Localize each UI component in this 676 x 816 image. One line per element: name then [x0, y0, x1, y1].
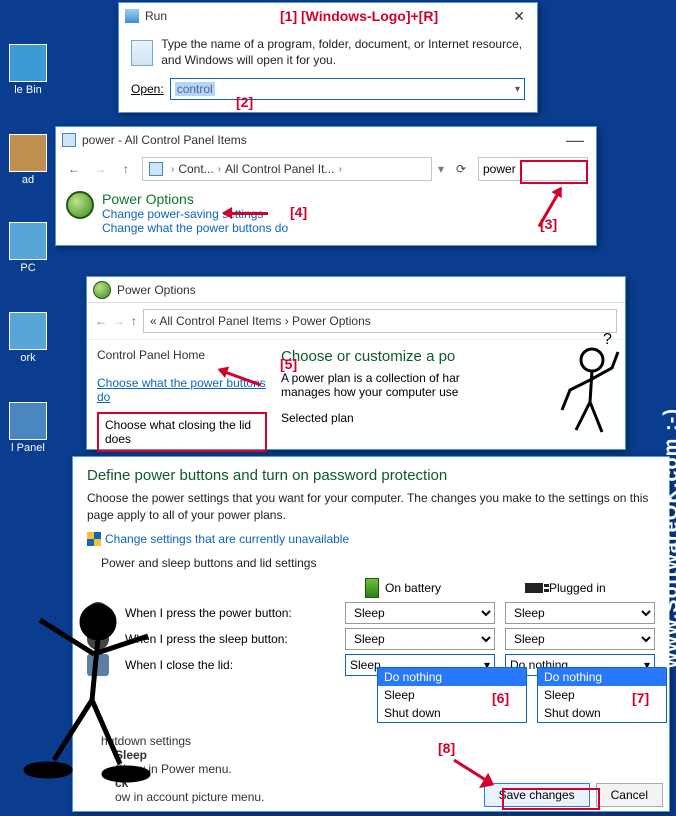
result-power-options[interactable]: Power Options — [102, 191, 288, 207]
annotation-3: [3] — [540, 216, 557, 232]
arrow-8 — [452, 756, 492, 796]
run-title: Run — [145, 9, 167, 23]
annotation-7: [7] — [632, 690, 649, 706]
stick-figure-dancing-icon — [0, 580, 160, 803]
cp-titlebar: power - All Control Panel Items — — [56, 127, 596, 153]
annotation-4: [4] — [290, 204, 307, 220]
system-settings-window: Define power buttons and turn on passwor… — [72, 456, 670, 812]
close-icon[interactable]: ✕ — [507, 8, 531, 25]
nav-back-icon[interactable]: ← — [95, 314, 107, 328]
svg-text:?: ? — [603, 331, 612, 348]
col-battery-header: On battery — [345, 578, 495, 598]
sys-desc: Choose the power settings that you want … — [87, 490, 655, 524]
desktop-icon-label: ad — [4, 174, 52, 186]
option-do-nothing[interactable]: Do nothing — [378, 668, 526, 686]
power-options-icon — [93, 281, 111, 299]
option-shutdown[interactable]: Shut down — [538, 704, 666, 722]
shutdown-section-label: hutdown settings — [101, 734, 655, 748]
battery-icon — [365, 578, 379, 598]
annotation-2: [2] — [236, 94, 253, 110]
run-open-label: Open: — [131, 82, 164, 96]
arrow-4 — [224, 212, 268, 215]
bin-icon — [9, 44, 47, 82]
cpanel-icon — [9, 402, 47, 440]
po-titlebar: Power Options — [87, 277, 625, 303]
user-icon — [9, 134, 47, 172]
nav-fwd-icon[interactable]: → — [113, 314, 125, 328]
link-close-lid-label: Choose what closing the lid does — [105, 418, 251, 446]
result-change-buttons[interactable]: Change what the power buttons do — [102, 221, 288, 235]
cancel-button[interactable]: Cancel — [596, 783, 663, 807]
search-value: power — [483, 162, 516, 176]
cp-home-link[interactable]: Control Panel Home — [97, 348, 267, 362]
desktop-icon-label: l Panel — [4, 442, 52, 454]
option-shutdown[interactable]: Shut down — [378, 704, 526, 722]
option-do-nothing[interactable]: Do nothing — [538, 668, 666, 686]
power-plugged-select[interactable]: Sleep — [505, 602, 655, 624]
minimize-icon[interactable]: — — [560, 130, 590, 151]
desktop-icon-label: PC — [4, 262, 52, 274]
link-power-buttons[interactable]: Choose what the power buttons do — [97, 376, 266, 404]
power-options-icon — [66, 191, 94, 219]
annotation-1: [1] [Windows-Logo]+[R] — [280, 8, 438, 24]
network-icon — [9, 312, 47, 350]
desktop-icon-label: le Bin — [4, 84, 52, 96]
addr-seg: Cont... — [178, 162, 213, 176]
change-settings-label: Change settings that are currently unava… — [105, 532, 349, 546]
desktop-icon-network[interactable]: ork — [4, 312, 52, 364]
po-title: Power Options — [117, 283, 196, 297]
refresh-icon[interactable]: ⟳ — [450, 162, 472, 176]
stick-figure-thinking-icon: ? — [540, 330, 630, 443]
sys-heading: Define power buttons and turn on passwor… — [87, 467, 655, 484]
sleep-battery-select[interactable]: Sleep — [345, 628, 495, 650]
run-hint: Type the name of a program, folder, docu… — [161, 37, 525, 68]
desktop-icon-cpanel[interactable]: l Panel — [4, 402, 52, 454]
highlight-box-save — [502, 788, 600, 810]
highlight-box-3 — [520, 160, 588, 184]
shutdown-sleep-label: Sleep — [115, 748, 655, 762]
watermark: www.SoftwareOK.com :-) — [661, 408, 676, 668]
breadcrumb-text: « All Control Panel Items › Power Option… — [150, 314, 371, 328]
pc-icon — [9, 222, 47, 260]
addr-seg: All Control Panel It... — [225, 162, 334, 176]
annotation-6: [6] — [492, 690, 509, 706]
desktop-icon-label: ork — [4, 352, 52, 364]
run-open-value: control — [175, 82, 215, 96]
nav-up-icon[interactable]: ↑ — [131, 314, 137, 328]
section-title: Power and sleep buttons and lid settings — [87, 556, 655, 570]
shutdown-show-power: Show in Power menu. — [115, 762, 655, 776]
nav-up-icon[interactable]: ↑ — [116, 162, 136, 176]
sleep-plugged-select[interactable]: Sleep — [505, 628, 655, 650]
annotation-8: [8] — [438, 740, 455, 756]
cp-app-icon — [62, 133, 76, 147]
addr-dropdown-icon[interactable]: ▾ — [438, 162, 444, 176]
shield-icon — [87, 532, 101, 546]
run-folder-icon — [131, 40, 153, 66]
address-bar[interactable]: › Cont... › All Control Panel It... › — [142, 157, 432, 181]
plug-icon — [525, 583, 543, 593]
run-open-combo[interactable]: control ▾ — [170, 78, 525, 100]
desktop-icon-user[interactable]: ad — [4, 134, 52, 186]
desktop-icon-pc[interactable]: PC — [4, 222, 52, 274]
nav-back-icon[interactable]: ← — [64, 162, 84, 176]
change-settings-link[interactable]: Change settings that are currently unava… — [87, 532, 655, 546]
run-app-icon — [125, 9, 139, 23]
chevron-down-icon: ▾ — [515, 84, 520, 95]
addr-icon — [149, 162, 163, 176]
annotation-5: [5] — [280, 356, 297, 372]
control-panel-search-window: power - All Control Panel Items — ← → ↑ … — [55, 126, 597, 246]
cp-title: power - All Control Panel Items — [82, 133, 247, 147]
desktop-icon-recycle[interactable]: le Bin — [4, 44, 52, 96]
nav-fwd-icon[interactable]: → — [90, 162, 110, 176]
col-plugged-header: Plugged in — [505, 581, 655, 595]
link-close-lid[interactable]: Choose what closing the lid does — [97, 412, 267, 452]
power-battery-select[interactable]: Sleep — [345, 602, 495, 624]
